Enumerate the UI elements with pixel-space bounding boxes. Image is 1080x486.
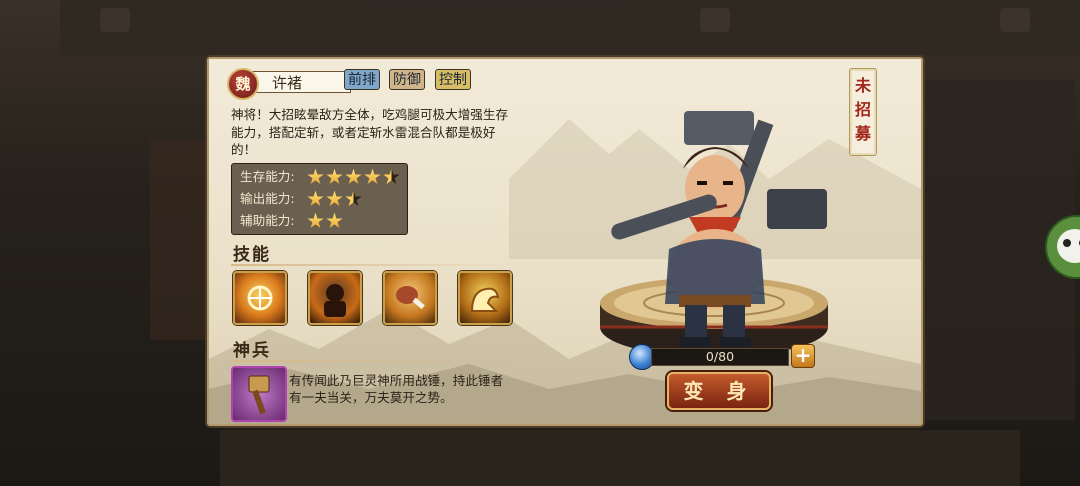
fragment-count: 0/80 (705, 349, 735, 364)
star-icon (326, 190, 343, 206)
transform-button[interactable]: 变 身 (667, 372, 771, 410)
stat-support-stars (307, 210, 345, 232)
skill-rage-warrior-icon[interactable] (308, 271, 362, 325)
divider (231, 264, 511, 266)
stat-support-label: 辅助能力: (240, 213, 295, 228)
star-icon (326, 212, 343, 228)
star-icon (307, 190, 324, 206)
status-unrecruited-badge: 未 招 募 (849, 68, 877, 156)
background-panel (150, 140, 210, 340)
fragment-bar: 0/80 (651, 348, 789, 366)
hero-description: 神将！大招眩晕敌方全体，吃鸡腿可极大增强生存能力，搭配定斩，或者定斩水雷混合队都… (231, 107, 509, 157)
hero-detail-dialog: 魏 许褚 前排 防御 控制 神将！大招眩晕敌方全体，吃鸡腿可极大增强生存能力，搭… (207, 57, 923, 426)
tag-control: 控制 (435, 69, 471, 90)
background-panel (220, 430, 1020, 486)
faction-badge: 魏 (227, 68, 259, 100)
stats-panel: 生存能力: 输出能力: 辅助能力: (231, 163, 408, 235)
topbar-icon (1000, 8, 1030, 32)
skill-stun-aoe-icon[interactable] (233, 271, 287, 325)
stat-survival-stars (307, 166, 402, 188)
status-char: 募 (854, 124, 871, 143)
half-star-icon (383, 168, 400, 184)
top-bar-dim (60, 0, 1080, 55)
hero-portrait[interactable] (589, 99, 849, 379)
skill-strength-arm-icon[interactable] (458, 271, 512, 325)
add-fragment-button[interactable]: + (791, 344, 815, 368)
back-icon (100, 8, 130, 32)
hero-name: 许褚 (247, 71, 351, 93)
fragment-progress: 0/80 + (629, 344, 815, 370)
stat-survival-label: 生存能力: (240, 169, 295, 184)
star-icon (307, 212, 324, 228)
skill-drumstick-icon[interactable] (383, 271, 437, 325)
topbar-icon (700, 8, 730, 32)
weapon-title: 神兵 (233, 341, 271, 361)
star-icon (307, 168, 324, 184)
tag-defense: 防御 (389, 69, 425, 90)
star-icon (345, 168, 362, 184)
half-star-icon (345, 190, 362, 206)
stat-damage-label: 输出能力: (240, 191, 295, 206)
status-char: 招 (854, 100, 871, 119)
skills-title: 技能 (233, 245, 271, 265)
tag-front-row: 前排 (344, 69, 380, 90)
star-icon (326, 168, 343, 184)
star-icon (364, 168, 381, 184)
stat-damage-stars (307, 188, 364, 210)
war-hammer-icon[interactable] (231, 366, 287, 422)
weapon-description: 有传闻此乃巨灵神所用战锤，持此锤者有一夫当关，万夫莫开之势。 (289, 373, 504, 405)
divider (231, 360, 511, 362)
status-char: 未 (854, 76, 871, 95)
